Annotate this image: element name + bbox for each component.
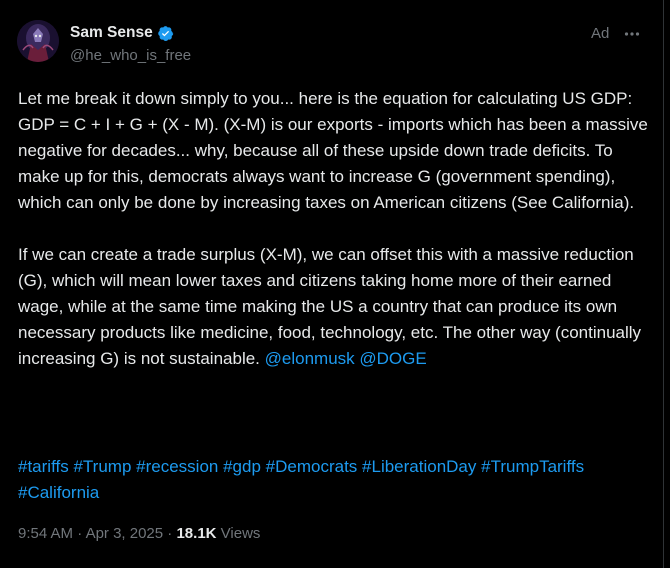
ad-label: Ad xyxy=(591,25,610,42)
avatar-image xyxy=(17,20,59,62)
post-body: Let me break it down simply to you... he… xyxy=(18,86,648,398)
mention-link[interactable]: @elonmusk xyxy=(265,349,355,368)
hashtag-link[interactable]: #Trump xyxy=(73,457,131,476)
verified-badge-icon[interactable] xyxy=(157,25,174,42)
avatar[interactable] xyxy=(17,20,59,62)
author-handle[interactable]: @he_who_is_free xyxy=(70,47,191,64)
hashtag-link[interactable]: #LiberationDay xyxy=(362,457,476,476)
more-horizontal-icon[interactable] xyxy=(622,24,642,44)
post-time[interactable]: 9:54 AM xyxy=(18,525,73,542)
post-card: Sam Sense @he_who_is_free Ad Let me brea… xyxy=(0,0,664,568)
hashtag-list: #tariffs #Trump #recession #gdp #Democra… xyxy=(18,454,648,506)
hashtag-link[interactable]: #TrumpTariffs xyxy=(481,457,584,476)
hashtag-link[interactable]: #tariffs xyxy=(18,457,69,476)
meta-separator: · xyxy=(167,525,173,542)
author-name-row[interactable]: Sam Sense xyxy=(70,24,174,42)
post-paragraph: Let me break it down simply to you... he… xyxy=(18,89,648,212)
hashtag-link[interactable]: #Democrats xyxy=(266,457,358,476)
post-meta: 9:54 AM · Apr 3, 2025 · 18.1K Views xyxy=(18,525,260,542)
post-paragraph: If we can create a trade surplus (X-M), … xyxy=(18,242,648,372)
hashtag-link[interactable]: #gdp xyxy=(223,457,261,476)
hashtag-link[interactable]: #California xyxy=(18,483,99,502)
meta-separator: · xyxy=(77,525,83,542)
author-display-name[interactable]: Sam Sense xyxy=(70,24,153,42)
views-count: 18.1K xyxy=(176,525,217,542)
mention-link[interactable]: @DOGE xyxy=(359,349,426,368)
post-date[interactable]: Apr 3, 2025 xyxy=(86,525,164,542)
hashtag-link[interactable]: #recession xyxy=(136,457,218,476)
views-label: Views xyxy=(220,525,261,542)
